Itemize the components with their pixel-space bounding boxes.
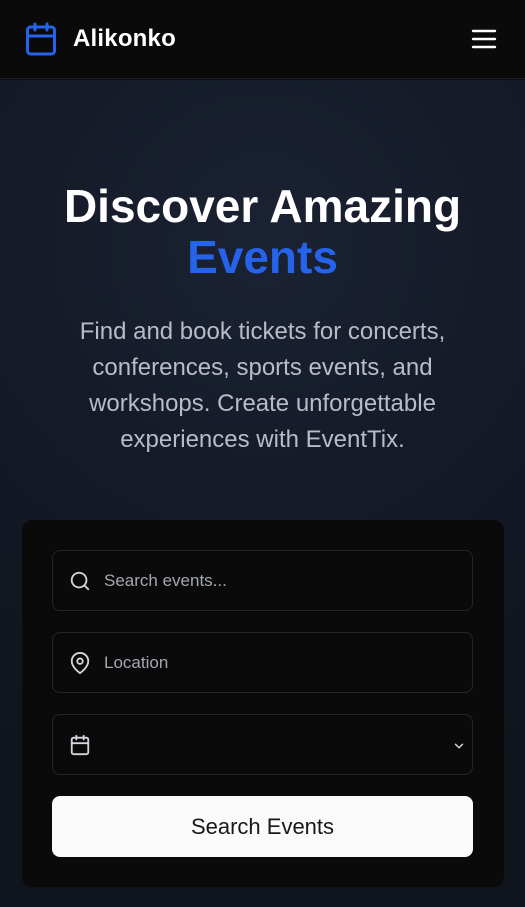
top-navbar: Alikonko: [0, 0, 525, 79]
calendar-icon: [26, 22, 56, 56]
chevron-down-icon: [454, 743, 464, 749]
search-events-button[interactable]: Search Events: [52, 796, 473, 857]
brand[interactable]: Alikonko: [23, 21, 176, 57]
brand-name: Alikonko: [73, 25, 176, 52]
location-input[interactable]: [104, 652, 424, 673]
hamburger-menu-icon[interactable]: [471, 28, 497, 50]
hero-subtitle: Find and book tickets for concerts, conf…: [79, 318, 446, 453]
search-field: [52, 550, 473, 611]
map-pin-icon: [70, 651, 90, 674]
search-icon: [70, 571, 90, 590]
hero-title-line: Discover Amazing: [63, 180, 462, 232]
search-card: Search Events: [22, 520, 504, 887]
hero-title-accent: Events: [187, 231, 338, 283]
date-select[interactable]: [52, 714, 473, 775]
location-field: [52, 632, 473, 693]
search-input[interactable]: [104, 570, 424, 591]
calendar-icon: [70, 734, 90, 755]
hero-title: Discover Amazing Events: [0, 181, 525, 283]
hero-section: Discover Amazing Events Find and book ti…: [0, 80, 525, 907]
